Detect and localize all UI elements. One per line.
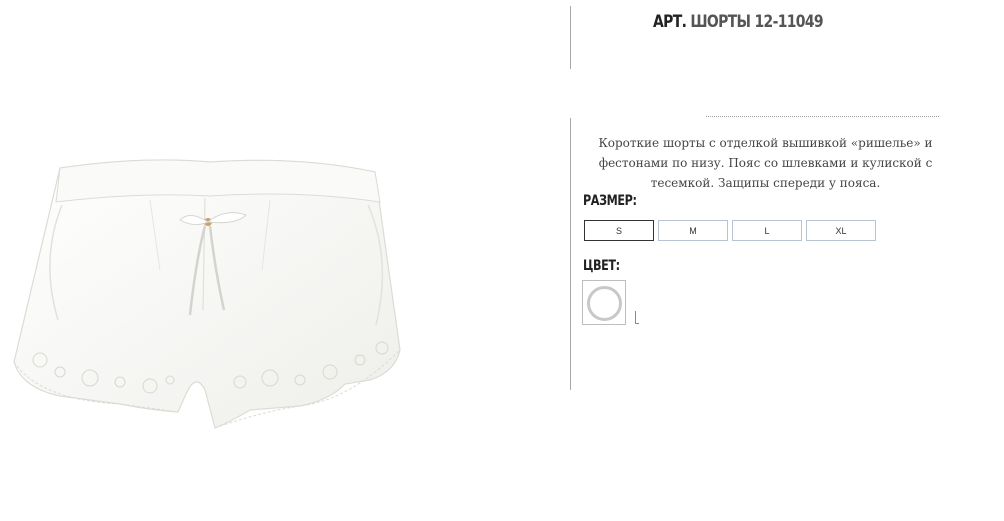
size-option-m[interactable]: M xyxy=(658,220,728,241)
selected-marker-icon xyxy=(635,311,639,324)
product-image xyxy=(0,110,420,440)
color-swatch-white[interactable] xyxy=(582,280,626,325)
product-page: АРТ. ШОРТЫ 12-11049 Короткие шорты с отде… xyxy=(0,0,1004,521)
size-option-xl[interactable]: XL xyxy=(806,220,876,241)
size-option-s[interactable]: S xyxy=(584,220,654,241)
divider-top xyxy=(570,6,571,69)
swatch-circle-icon xyxy=(587,286,622,321)
dotted-separator xyxy=(706,116,939,117)
divider-bottom xyxy=(570,118,571,390)
size-option-l[interactable]: L xyxy=(732,220,802,241)
product-description: Короткие шорты с отделкой вышивкой «рише… xyxy=(598,136,933,190)
title-prefix: АРТ. xyxy=(653,12,687,32)
title-name: ШОРТЫ 12-11049 xyxy=(690,12,823,32)
size-label: РАЗМЕР: xyxy=(583,193,637,209)
color-label: ЦВЕТ: xyxy=(583,258,620,274)
size-options: S M L XL xyxy=(584,220,876,241)
product-title: АРТ. ШОРТЫ 12-11049 xyxy=(602,12,874,32)
